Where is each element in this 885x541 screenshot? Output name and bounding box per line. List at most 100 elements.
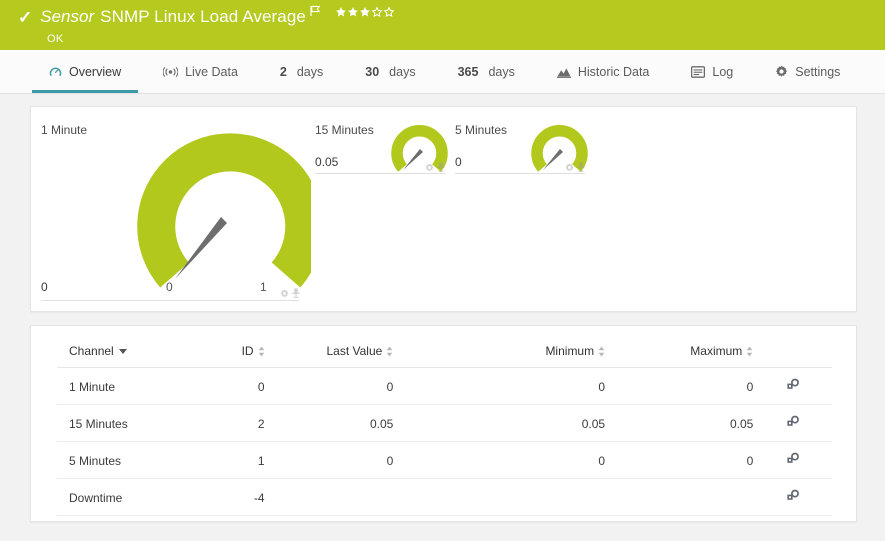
gauge-1-minute[interactable]: 1 Minute 0 1 0	[31, 107, 311, 312]
tab-365-days-number: 365	[458, 65, 479, 79]
tab-365-days-label: days	[488, 65, 514, 79]
cell-minimum: 0	[393, 442, 605, 479]
cell-actions[interactable]	[753, 479, 832, 516]
cell-channel: 1 Minute	[57, 368, 205, 405]
column-header-maximum[interactable]: Maximum	[605, 344, 753, 368]
tab-30-days[interactable]: 30 days	[344, 50, 436, 93]
status-check-icon: ✓	[18, 9, 32, 26]
tab-2-days-label: days	[297, 65, 323, 79]
column-header-minimum-label: Minimum	[545, 344, 594, 358]
cell-actions[interactable]	[753, 368, 832, 405]
flag-icon[interactable]	[310, 4, 321, 22]
gauge-15-minutes-tools[interactable]	[425, 159, 445, 177]
tab-2-days-number: 2	[280, 65, 287, 79]
cell-last-value	[265, 479, 394, 516]
channel-settings-icon[interactable]	[786, 381, 800, 395]
channel-settings-icon[interactable]	[786, 455, 800, 469]
gauge-5-minutes-tools[interactable]	[565, 159, 585, 177]
table-row[interactable]: Downtime -4	[57, 479, 832, 516]
tab-live-data[interactable]: Live Data	[142, 50, 259, 93]
table-row[interactable]: 15 Minutes 2 0.05 0.05 0.05	[57, 405, 832, 442]
gauge-1-minute-value: 0	[41, 280, 48, 294]
cell-minimum	[393, 479, 605, 516]
channels-panel: Channel ID Last Value Minimum	[30, 325, 857, 522]
table-row[interactable]: 1 Minute 0 0 0 0	[57, 368, 832, 405]
channel-settings-icon[interactable]	[786, 492, 800, 506]
pin-icon[interactable]	[292, 285, 300, 303]
sensor-header-title-row: ✓ Sensor SNMP Linux Load Average	[18, 5, 885, 29]
log-list-icon	[691, 66, 705, 78]
cell-maximum: 0	[605, 368, 753, 405]
cell-last-value: 0	[265, 368, 394, 405]
channels-table: Channel ID Last Value Minimum	[57, 344, 832, 516]
sort-both-icon	[386, 346, 393, 357]
gear-icon[interactable]	[280, 285, 289, 303]
priority-rating[interactable]	[335, 6, 397, 21]
tab-2-days[interactable]: 2 days	[259, 50, 344, 93]
gauge-1-minute-scale-max: 1	[260, 280, 267, 294]
cell-id: -4	[205, 479, 264, 516]
tab-historic-data-label: Historic Data	[578, 65, 650, 79]
sort-both-icon	[258, 346, 265, 357]
gauge-5-minutes-value: 0	[455, 155, 462, 169]
cell-maximum	[605, 479, 753, 516]
tab-log[interactable]: Log	[670, 50, 754, 93]
pin-icon[interactable]	[437, 159, 445, 177]
pin-icon[interactable]	[577, 159, 585, 177]
gear-icon	[775, 65, 788, 78]
column-header-last-value-label: Last Value	[326, 344, 382, 358]
cell-actions[interactable]	[753, 442, 832, 479]
cell-channel: Downtime	[57, 479, 205, 516]
column-header-maximum-label: Maximum	[690, 344, 742, 358]
chart-mountain-icon	[557, 66, 571, 78]
sort-both-icon	[746, 346, 753, 357]
sort-desc-icon	[119, 349, 127, 354]
cell-maximum: 0	[605, 442, 753, 479]
sensor-overview-content: 1 Minute 0 1 0 15 Minutes	[0, 94, 885, 522]
cell-id: 1	[205, 442, 264, 479]
gear-icon[interactable]	[425, 159, 434, 177]
cell-minimum: 0.05	[393, 405, 605, 442]
table-header-row: Channel ID Last Value Minimum	[57, 344, 832, 368]
sensor-tabbar: Overview Live Data 2 days 30 days 365 da…	[0, 50, 885, 94]
column-header-channel-label: Channel	[69, 344, 114, 358]
gauges-panel: 1 Minute 0 1 0 15 Minutes	[30, 106, 857, 312]
column-header-id[interactable]: ID	[205, 344, 264, 368]
cell-minimum: 0	[393, 368, 605, 405]
tab-overview[interactable]: Overview	[28, 50, 142, 93]
sensor-header: ✓ Sensor SNMP Linux Load Average	[0, 0, 885, 50]
tab-log-label: Log	[712, 65, 733, 79]
sort-both-icon	[598, 346, 605, 357]
column-header-channel[interactable]: Channel	[57, 344, 205, 368]
tab-30-days-number: 30	[365, 65, 379, 79]
channel-settings-icon[interactable]	[786, 418, 800, 432]
tab-365-days[interactable]: 365 days	[437, 50, 536, 93]
page-title[interactable]: SNMP Linux Load Average	[100, 7, 306, 27]
tab-overview-label: Overview	[69, 65, 121, 79]
gauge-1-minute-tools[interactable]	[280, 285, 300, 303]
table-row[interactable]: 5 Minutes 1 0 0 0	[57, 442, 832, 479]
gear-icon[interactable]	[565, 159, 574, 177]
gauge-15-minutes[interactable]: 15 Minutes 0.05	[309, 107, 452, 187]
cell-channel: 15 Minutes	[57, 405, 205, 442]
tab-30-days-label: days	[389, 65, 415, 79]
status-badge: OK	[47, 33, 885, 45]
cell-id: 0	[205, 368, 264, 405]
column-header-last-value[interactable]: Last Value	[265, 344, 394, 368]
gauge-1-minute-scale-min: 0	[166, 280, 173, 294]
live-signal-icon	[163, 66, 178, 78]
cell-channel: 5 Minutes	[57, 442, 205, 479]
tab-settings[interactable]: Settings	[754, 50, 861, 93]
cell-actions[interactable]	[753, 405, 832, 442]
cell-last-value: 0	[265, 442, 394, 479]
cell-last-value: 0.05	[265, 405, 394, 442]
tab-settings-label: Settings	[795, 65, 840, 79]
column-header-id-label: ID	[242, 344, 254, 358]
tab-historic-data[interactable]: Historic Data	[536, 50, 671, 93]
column-header-minimum[interactable]: Minimum	[393, 344, 605, 368]
cell-id: 2	[205, 405, 264, 442]
gauge-15-minutes-value: 0.05	[315, 155, 338, 169]
gauge-5-minutes[interactable]: 5 Minutes 0	[449, 107, 592, 187]
cell-maximum: 0.05	[605, 405, 753, 442]
tab-live-data-label: Live Data	[185, 65, 238, 79]
